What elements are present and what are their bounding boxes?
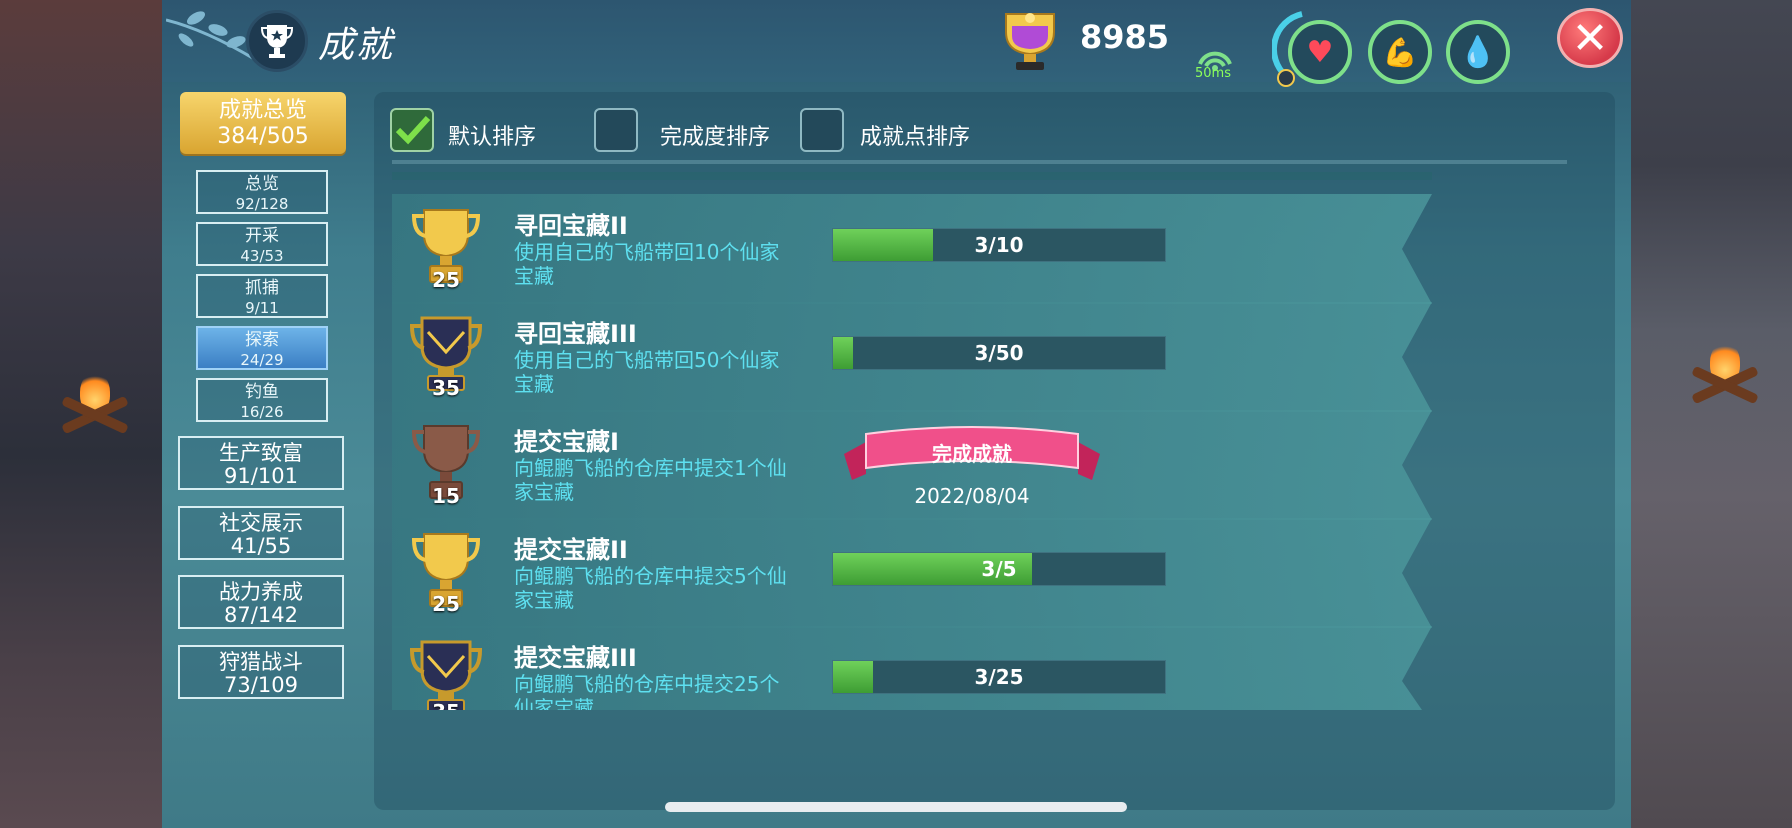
heart-icon: ♥	[1306, 34, 1334, 70]
sidebar-item-overview[interactable]: 总览 92/128	[196, 170, 328, 214]
sidebar-category-hunting[interactable]: 狩猎战斗 73/109	[178, 645, 344, 699]
progress-text: 3/50	[974, 341, 1024, 365]
achievement-score: 8985	[1080, 18, 1170, 56]
achievement-row[interactable]: 35 提交宝藏III 向鲲鹏飞船的仓库中提交25个仙家宝藏 3/25	[392, 626, 1432, 710]
ping-value: 50ms	[1195, 66, 1231, 81]
progress-text: 3/5	[981, 557, 1017, 581]
sidebar-item-capture[interactable]: 抓捕 9/11	[196, 274, 328, 318]
achievement-points: 35	[432, 700, 460, 724]
score-trophy-icon	[1005, 13, 1055, 70]
water-drop-icon: 💧	[1459, 34, 1497, 70]
checkmark-icon	[395, 115, 431, 145]
sort-completion-label[interactable]: 完成度排序	[660, 119, 770, 151]
completed-date: 2022/08/04	[914, 484, 1030, 508]
progress-bar: 3/25	[832, 660, 1166, 694]
progress-bar: 3/50	[832, 336, 1166, 370]
achievement-row[interactable]: 25 提交宝藏II 向鲲鹏飞船的仓库中提交5个仙家宝藏 3/5	[392, 518, 1432, 628]
achievement-points: 25	[432, 592, 460, 616]
progress-text: 3/10	[974, 233, 1024, 257]
achievement-panel: 成就 8985 50ms ♥ 💪 💧 ✕ 成就总览 384/505 总览 92/…	[162, 0, 1631, 828]
sort-points-label[interactable]: 成就点排序	[860, 119, 970, 151]
achievement-title: 提交宝藏II	[514, 536, 628, 564]
achievement-title: 寻回宝藏II	[514, 212, 628, 240]
home-indicator[interactable]	[665, 802, 1127, 812]
achievement-title: 提交宝藏I	[514, 428, 619, 456]
background-scene-right	[1630, 0, 1792, 828]
sort-points-checkbox[interactable]	[800, 108, 844, 152]
achievement-description: 使用自己的飞船带回10个仙家宝藏	[514, 240, 780, 288]
progress-bar: 3/5	[832, 552, 1166, 586]
sidebar-category-social[interactable]: 社交展示 41/55	[178, 506, 344, 560]
achievement-list-panel: 默认排序 完成度排序 成就点排序 25 寻回宝藏II 使用自己的飞船带回10个仙…	[374, 92, 1615, 810]
arm-icon: 💪	[1382, 35, 1418, 69]
sidebar-category-power[interactable]: 战力养成 87/142	[178, 575, 344, 629]
achievement-title: 寻回宝藏III	[514, 320, 637, 348]
bonfire-decoration	[60, 360, 130, 435]
panel-header: 成就 8985 50ms ♥ 💪 💧 ✕	[162, 0, 1631, 87]
sidebar-category-production[interactable]: 生产致富 91/101	[178, 436, 344, 490]
sort-default-checkbox[interactable]	[390, 108, 434, 152]
achievement-title: 提交宝藏III	[514, 644, 637, 672]
sort-completion-checkbox[interactable]	[594, 108, 638, 152]
achievement-points: 35	[432, 376, 460, 400]
page-title: 成就	[318, 25, 395, 66]
trophy-icon	[246, 10, 308, 72]
bonfire-decoration	[1690, 330, 1760, 405]
achievement-description: 使用自己的飞船带回50个仙家宝藏	[514, 348, 780, 396]
sidebar-item-mining[interactable]: 开采 43/53	[196, 222, 328, 266]
progress-text: 3/25	[974, 665, 1024, 689]
hunger-status-button[interactable]: 💪	[1368, 20, 1432, 84]
progress-bar: 3/10	[832, 228, 1166, 262]
background-scene-left	[0, 0, 162, 828]
sort-divider	[392, 160, 1567, 164]
achievement-points: 15	[432, 484, 460, 508]
achievement-description: 向鲲鹏飞船的仓库中提交5个仙家宝藏	[514, 564, 787, 612]
achievement-row[interactable]: 35 寻回宝藏III 使用自己的飞船带回50个仙家宝藏 3/50	[392, 302, 1432, 412]
achievement-description: 向鲲鹏飞船的仓库中提交25个仙家宝藏	[514, 672, 780, 720]
sort-default-label[interactable]: 默认排序	[448, 119, 536, 151]
list-row-partial	[392, 172, 1432, 180]
sidebar-item-fishing[interactable]: 钓鱼 16/26	[196, 378, 328, 422]
completed-label: 完成成就	[932, 442, 1012, 466]
close-icon: ✕	[1571, 12, 1609, 64]
achievement-description: 向鲲鹏飞船的仓库中提交1个仙家宝藏	[514, 456, 787, 504]
achievement-row[interactable]: 25 寻回宝藏II 使用自己的飞船带回10个仙家宝藏 3/10	[392, 194, 1432, 304]
sidebar-item-explore[interactable]: 探索 24/29	[196, 326, 328, 370]
achievement-overview-button[interactable]: 成就总览 384/505	[180, 92, 346, 154]
water-status-button[interactable]: 💧	[1446, 20, 1510, 84]
health-status-button[interactable]: ♥	[1288, 20, 1352, 84]
achievement-points: 25	[432, 268, 460, 292]
achievement-row[interactable]: 15 提交宝藏I 向鲲鹏飞船的仓库中提交1个仙家宝藏 完成成就 2022/08/…	[392, 410, 1432, 520]
close-button[interactable]: ✕	[1557, 8, 1623, 68]
